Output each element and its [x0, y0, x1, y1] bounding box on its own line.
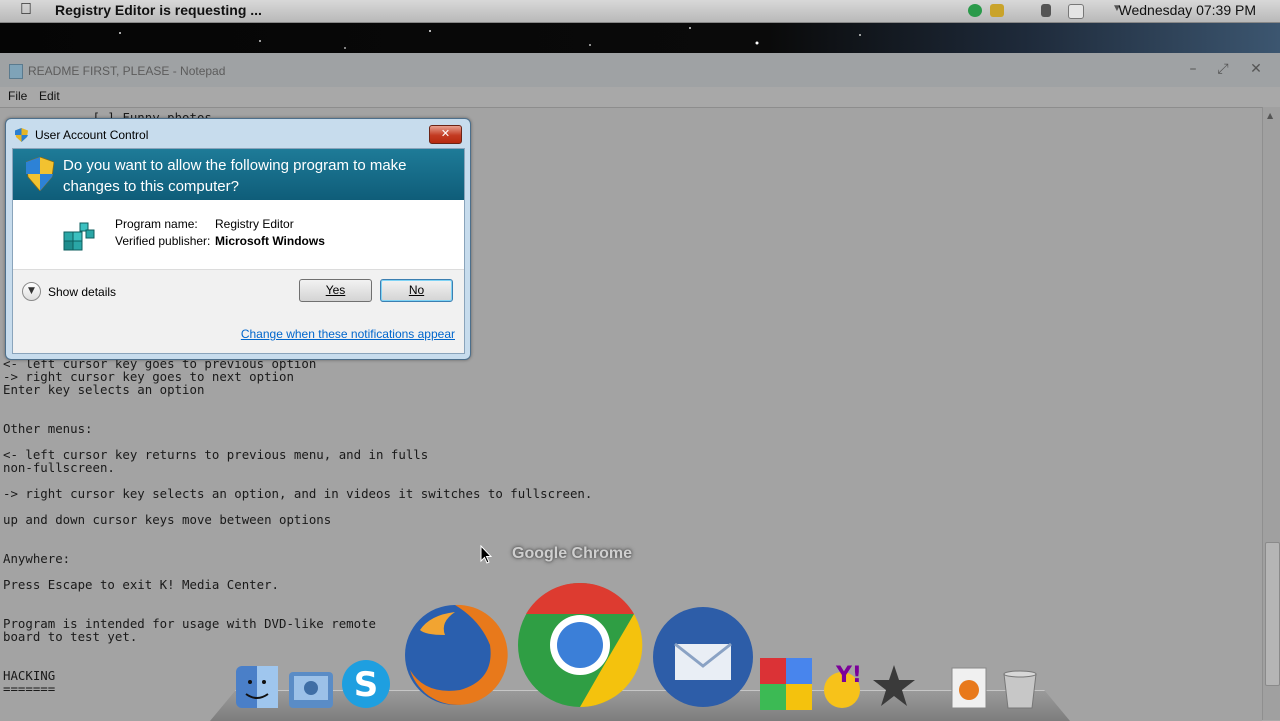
chrome-icon[interactable] — [515, 580, 645, 710]
iphoto-icon[interactable] — [286, 664, 336, 710]
program-name-value: Registry Editor — [215, 217, 294, 231]
sync-icon[interactable] — [968, 4, 982, 17]
chevron-down-icon[interactable]: ▼ — [22, 282, 41, 301]
uac-button-row: ▼ Show details Yes No — [13, 269, 464, 315]
notepad-titlebar[interactable]: README FIRST, PLEASE - Notepad – ⤢ ✕ — [0, 53, 1280, 87]
uac-title: User Account Control — [35, 128, 149, 142]
menu-bar:  Registry Editor is requesting ... ▼ We… — [0, 0, 1280, 23]
notepad-menubar: File Edit — [0, 87, 1280, 107]
publisher-value: Microsoft Windows — [215, 234, 325, 248]
uac-dialog: User Account Control ✕ Do you want to al… — [5, 118, 471, 360]
uac-shield-icon — [26, 157, 54, 191]
imovie-icon[interactable] — [870, 662, 918, 710]
thunderbird-icon[interactable] — [650, 604, 756, 710]
clock[interactable]: Wednesday 07:39 PM — [1119, 2, 1257, 18]
registry-editor-icon — [63, 222, 95, 251]
desktop-wallpaper — [0, 23, 1280, 53]
apple-icon[interactable]:  — [20, 1, 32, 19]
uac-footer: Change when these notifications appear — [13, 314, 464, 353]
dock-hover-label: Google Chrome — [512, 545, 633, 562]
text-line: ======= — [3, 681, 56, 696]
maximize-icon[interactable]: ⤢ — [1213, 61, 1233, 77]
vertical-scrollbar[interactable]: ▲ — [1262, 107, 1280, 720]
finder-icon[interactable] — [234, 664, 280, 710]
menu-edit[interactable]: Edit — [39, 89, 60, 103]
scrollbar-thumb[interactable] — [1265, 542, 1280, 686]
text-line: Press Escape to exit K! Media Center. — [3, 577, 280, 592]
text-line: up and down cursor keys move between opt… — [3, 512, 332, 527]
text-line: non-fullscreen. — [3, 460, 115, 475]
google-icon[interactable] — [758, 656, 814, 712]
close-icon[interactable]: ✕ — [1246, 61, 1266, 77]
trash-icon[interactable] — [998, 664, 1042, 710]
minimize-icon[interactable]: – — [1183, 61, 1203, 77]
uac-banner: Do you want to allow the following progr… — [13, 149, 464, 200]
scroll-up-icon[interactable]: ▲ — [1267, 111, 1273, 120]
uac-question: Do you want to allow the following progr… — [63, 157, 407, 195]
text-line: Other menus: — [3, 421, 93, 436]
uac-body: Do you want to allow the following progr… — [12, 148, 465, 354]
program-name-label: Program name: — [115, 217, 198, 231]
svg-text:S: S — [354, 665, 379, 705]
yes-button[interactable]: Yes — [299, 279, 372, 302]
window-icon[interactable] — [1068, 4, 1084, 19]
text-line: Enter key selects an option — [3, 382, 205, 397]
skype-icon[interactable]: S — [340, 658, 392, 710]
mouse-cursor-icon — [480, 545, 493, 564]
uac-program-info: Program name: Registry Editor Verified p… — [13, 200, 464, 269]
text-line: Anywhere: — [3, 551, 71, 566]
text-line: -> right cursor key selects an option, a… — [3, 486, 593, 501]
notepad-title: README FIRST, PLEASE - Notepad — [28, 64, 226, 78]
text-line: board to test yet. — [3, 629, 138, 644]
svg-text:Y!: Y! — [835, 663, 862, 688]
menu-file[interactable]: File — [8, 89, 27, 103]
stars-decoration — [119, 27, 861, 49]
show-details-toggle[interactable]: Show details — [48, 285, 116, 299]
uac-shield-small-icon — [15, 128, 28, 142]
active-app-title[interactable]: Registry Editor is requesting ... — [55, 2, 262, 18]
no-button[interactable]: No — [380, 279, 453, 302]
change-notifications-link[interactable]: Change when these notifications appear — [241, 327, 455, 341]
uac-close-button[interactable]: ✕ — [429, 125, 462, 144]
bluetooth-icon[interactable] — [1041, 4, 1051, 17]
yahoo-messenger-icon[interactable]: Y! — [816, 660, 868, 712]
publisher-label: Verified publisher: — [115, 234, 211, 248]
firefox-icon[interactable] — [400, 600, 510, 710]
dock: S Y! — [210, 582, 1070, 721]
notepad-icon — [9, 64, 23, 79]
tray-app-icon[interactable] — [990, 4, 1004, 17]
document-icon[interactable] — [948, 666, 990, 710]
